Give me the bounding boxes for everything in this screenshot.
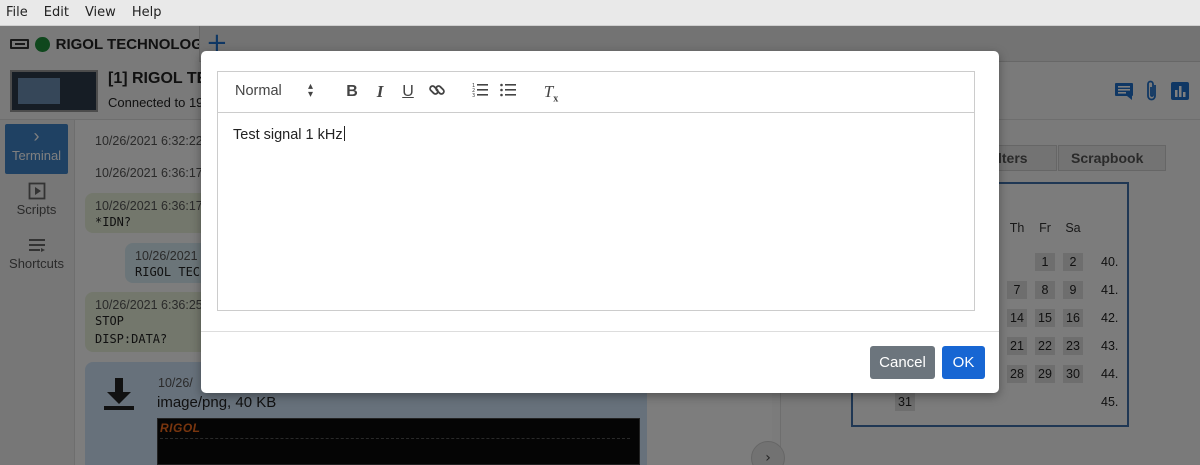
link-button[interactable] xyxy=(426,81,448,103)
menu-file[interactable]: File xyxy=(6,5,28,20)
note-editor-dialog: Normal ▴ ▾ B I U 123 Tx Test signal 1 kHz… xyxy=(201,51,999,393)
bullet-list-button[interactable] xyxy=(497,81,519,103)
ok-button[interactable]: OK xyxy=(942,346,985,379)
clear-format-button[interactable]: Tx xyxy=(540,81,562,105)
menu-edit[interactable]: Edit xyxy=(44,5,69,20)
cancel-button[interactable]: Cancel xyxy=(870,346,935,379)
select-arrows-icon[interactable]: ▴ ▾ xyxy=(308,82,313,100)
ordered-list-button[interactable]: 123 xyxy=(469,81,491,103)
editor-toolbar: Normal ▴ ▾ B I U 123 Tx xyxy=(218,72,974,113)
modal-footer-divider xyxy=(201,331,999,332)
menu-bar: File Edit View Help xyxy=(0,0,1200,26)
bold-button[interactable]: B xyxy=(341,81,363,103)
menu-view[interactable]: View xyxy=(85,5,116,20)
clear-format-icon: Tx xyxy=(543,82,559,105)
format-select[interactable]: Normal xyxy=(235,83,282,99)
svg-text:3: 3 xyxy=(472,93,475,99)
rich-text-editor: Normal ▴ ▾ B I U 123 Tx Test signal 1 kHz xyxy=(217,71,975,311)
italic-button[interactable]: I xyxy=(369,81,391,103)
menu-help[interactable]: Help xyxy=(132,5,162,20)
text-caret xyxy=(343,126,345,141)
bullet-list-icon xyxy=(500,83,516,97)
link-icon xyxy=(429,85,445,95)
ordered-list-icon: 123 xyxy=(472,83,488,99)
editor-content[interactable]: Test signal 1 kHz xyxy=(233,126,345,143)
underline-button[interactable]: U xyxy=(397,81,419,103)
editor-text: Test signal 1 kHz xyxy=(233,127,343,143)
